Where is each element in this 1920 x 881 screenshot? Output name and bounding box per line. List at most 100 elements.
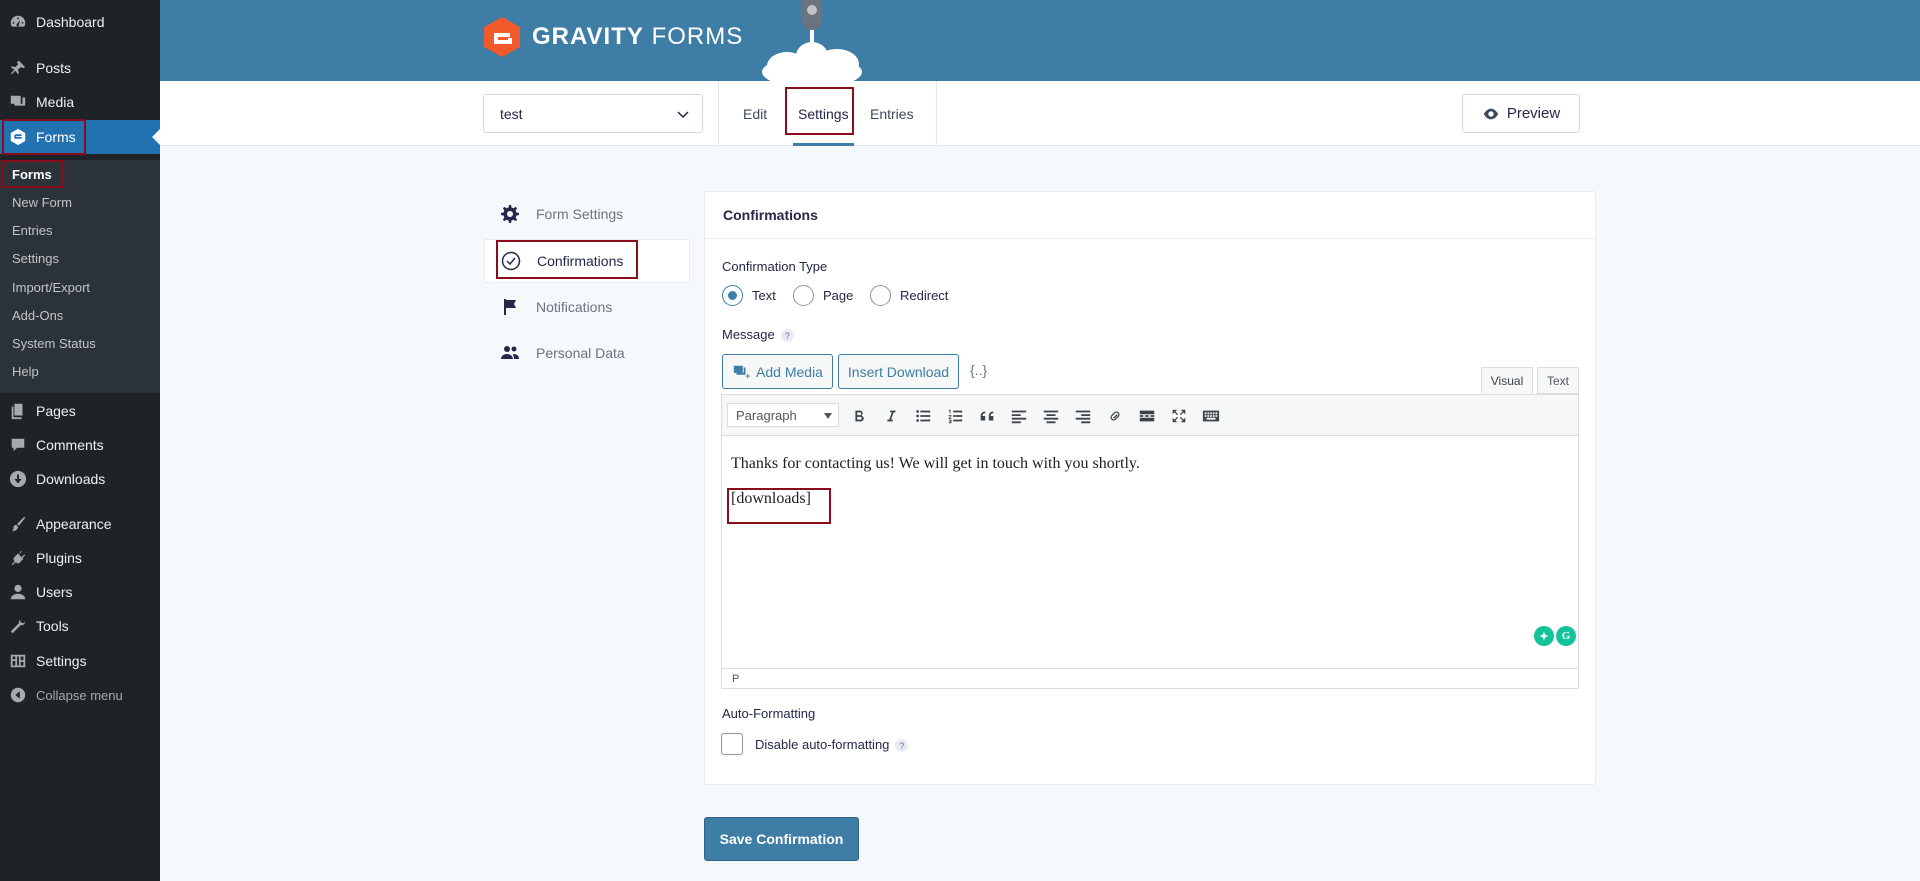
align-center-button[interactable] [1040, 405, 1062, 427]
nav-personal-data[interactable]: Personal Data [484, 331, 690, 375]
read-more-button[interactable] [1136, 405, 1158, 427]
form-selector-dropdown[interactable]: test [483, 94, 703, 133]
comments-icon [0, 436, 36, 454]
submenu-new-form[interactable]: New Form [12, 195, 72, 210]
nav-label: Form Settings [536, 206, 624, 222]
menu-label: Plugins [36, 550, 82, 566]
wrench-icon [0, 617, 36, 635]
menu-settings[interactable]: Settings [0, 644, 160, 678]
confirmation-type-label: Confirmation Type [722, 259, 828, 274]
submenu-system-status[interactable]: System Status [12, 336, 96, 351]
link-icon [1110, 411, 1120, 421]
nav-label: Confirmations [537, 253, 624, 269]
blockquote-button[interactable] [976, 405, 998, 427]
add-media-icon [733, 365, 751, 378]
toolbar-toggle-button[interactable] [1200, 405, 1222, 427]
menu-tools[interactable]: Tools [0, 609, 160, 643]
italic-button[interactable] [880, 405, 902, 427]
menu-comments[interactable]: Comments [0, 428, 160, 462]
media-icon [0, 93, 36, 111]
bullet-list-button[interactable] [912, 405, 934, 427]
radio-label: Text [752, 288, 776, 303]
grammarly-icon[interactable]: G [1556, 626, 1576, 646]
menu-appearance[interactable]: Appearance [0, 507, 160, 541]
tab-edit[interactable]: Edit [743, 81, 767, 146]
menu-downloads[interactable]: Downloads [0, 462, 160, 496]
grammarly-widget[interactable]: ✦ G [1534, 626, 1576, 646]
tab-settings[interactable]: Settings [793, 81, 854, 146]
preview-button[interactable]: Preview [1462, 94, 1580, 133]
menu-plugins[interactable]: Plugins [0, 541, 160, 575]
disable-auto-formatting-checkbox[interactable] [721, 733, 743, 755]
submenu-import-export[interactable]: Import/Export [12, 280, 90, 295]
menu-users[interactable]: Users [0, 575, 160, 609]
menu-label: Comments [36, 437, 104, 453]
radio-page[interactable]: Page [793, 285, 853, 306]
insert-download-button[interactable]: Insert Download [838, 354, 959, 389]
editor-tab-visual[interactable]: Visual [1481, 367, 1533, 394]
italic-icon [887, 410, 896, 422]
merge-tag-button[interactable]: {..} [970, 362, 987, 378]
form-selector-value: test [500, 105, 523, 122]
editor-path: P [722, 668, 1578, 688]
admin-sidebar: Dashboard Posts Media Forms Forms New Fo… [0, 0, 160, 881]
suggestion-bulb-icon[interactable]: ✦ [1534, 626, 1554, 646]
radio-text[interactable]: Text [722, 285, 776, 306]
download-icon [0, 470, 36, 488]
add-media-button[interactable]: Add Media [722, 354, 833, 389]
fullscreen-button[interactable] [1168, 405, 1190, 427]
disable-auto-formatting-label: Disable auto-formatting? [755, 737, 909, 753]
menu-label: Media [36, 94, 75, 110]
tab-divider [936, 81, 937, 146]
numbered-list-button[interactable] [944, 405, 966, 427]
radio-redirect[interactable]: Redirect [870, 285, 948, 306]
chevron-down-icon [677, 111, 689, 119]
paragraph-format-select[interactable]: Paragraph [727, 403, 839, 427]
brush-icon [0, 515, 36, 533]
rocket-illustration [762, 0, 862, 81]
nav-confirmations[interactable]: Confirmations [484, 239, 690, 283]
menu-label: Collapse menu [36, 687, 123, 703]
menu-pages[interactable]: Pages [0, 394, 160, 428]
submenu-settings[interactable]: Settings [12, 251, 59, 266]
nav-form-settings[interactable]: Form Settings [484, 192, 690, 236]
people-icon [484, 343, 536, 363]
menu-label: Settings [36, 653, 87, 669]
menu-posts[interactable]: Posts [0, 51, 160, 85]
menu-forms[interactable]: Forms [0, 120, 160, 154]
insert-link-button[interactable] [1104, 405, 1126, 427]
submenu-forms[interactable]: Forms [12, 167, 52, 182]
help-icon[interactable]: ? [895, 739, 909, 753]
tab-entries[interactable]: Entries [870, 81, 914, 146]
bold-button[interactable] [848, 405, 870, 427]
menu-label: Tools [36, 618, 69, 634]
menu-media[interactable]: Media [0, 85, 160, 119]
menu-dashboard[interactable]: Dashboard [0, 5, 160, 39]
menu-label: Appearance [36, 516, 112, 532]
pin-icon [0, 59, 36, 77]
collapse-icon [0, 686, 36, 704]
keyboard-icon [1202, 410, 1220, 422]
gravity-forms-banner: GRAVITY FORMS [160, 0, 1920, 81]
align-left-button[interactable] [1008, 405, 1030, 427]
menu-label: Users [36, 584, 73, 600]
add-media-label: Add Media [756, 363, 823, 380]
submenu-help[interactable]: Help [12, 364, 39, 379]
nav-notifications[interactable]: Notifications [484, 285, 690, 329]
editor-tab-text[interactable]: Text [1537, 367, 1579, 394]
preview-label: Preview [1506, 105, 1561, 122]
flag-icon [484, 297, 536, 317]
forms-submenu: Forms New Form Entries Settings Import/E… [0, 160, 160, 393]
menu-label: Forms [36, 129, 76, 145]
downloads-shortcode: [downloads] [731, 489, 811, 507]
submenu-entries[interactable]: Entries [12, 223, 52, 238]
save-confirmation-button[interactable]: Save Confirmation [704, 817, 859, 861]
collapse-menu-button[interactable]: Collapse menu [0, 678, 160, 712]
align-right-icon [1075, 410, 1091, 424]
editor-content[interactable]: Thanks for contacting us! We will get in… [722, 436, 1578, 670]
align-right-button[interactable] [1072, 405, 1094, 427]
help-icon[interactable]: ? [780, 329, 794, 343]
menu-label: Pages [36, 403, 76, 419]
content-paragraph: Thanks for contacting us! We will get in… [731, 455, 1140, 472]
submenu-add-ons[interactable]: Add-Ons [12, 308, 63, 323]
